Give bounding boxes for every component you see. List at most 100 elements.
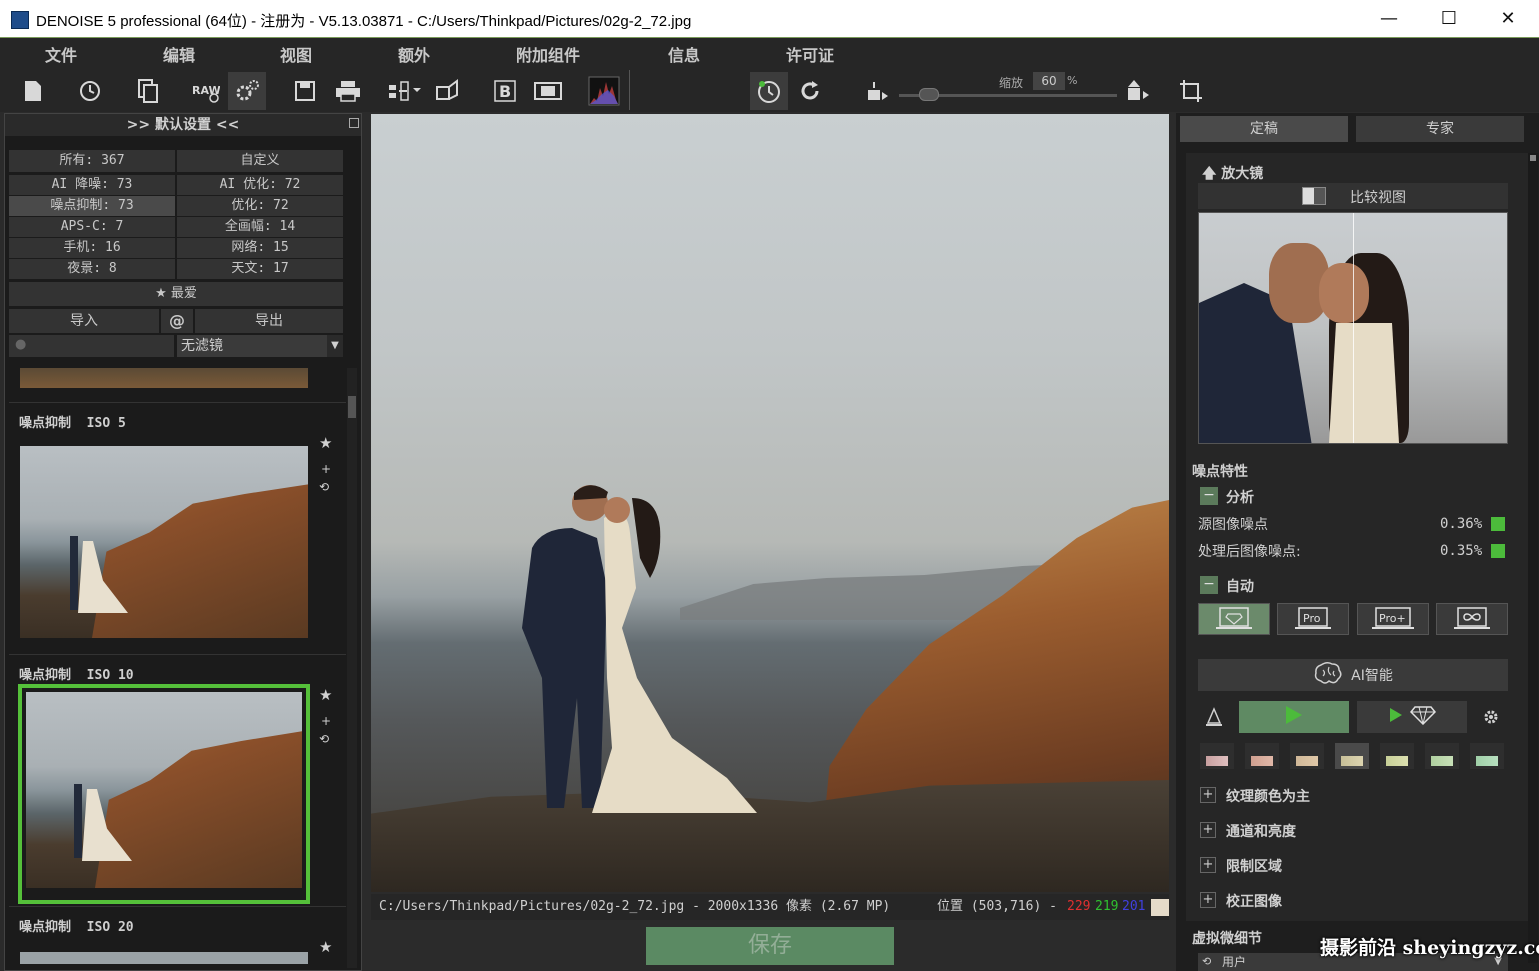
filter-night[interactable]: 夜景: 8 bbox=[9, 259, 175, 279]
run-button[interactable] bbox=[1239, 701, 1349, 733]
zoom-value[interactable]: 60 bbox=[1033, 72, 1065, 90]
magnifier-preview[interactable] bbox=[1198, 212, 1508, 444]
zoom-in-icon[interactable] bbox=[1120, 72, 1158, 110]
filter-custom[interactable]: 自定义 bbox=[177, 150, 343, 172]
analysis-header[interactable]: 分析 bbox=[1226, 487, 1254, 507]
mode-standard[interactable] bbox=[1198, 603, 1270, 635]
refresh-icon[interactable] bbox=[791, 72, 829, 110]
menu-view[interactable]: 视图 bbox=[280, 42, 312, 66]
menu-addons[interactable]: 附加组件 bbox=[516, 42, 580, 66]
filter-aps-c[interactable]: APS-C: 7 bbox=[9, 217, 175, 237]
preset-thumbnail[interactable] bbox=[20, 368, 308, 388]
palette-option[interactable] bbox=[1470, 743, 1504, 769]
menu-edit[interactable]: 编辑 bbox=[163, 42, 195, 66]
palette-option[interactable] bbox=[1290, 743, 1324, 769]
preset-panel-header[interactable]: >> 默认设置 << bbox=[5, 114, 361, 136]
preset-thumbnail[interactable] bbox=[20, 952, 308, 964]
run-diamond-button[interactable] bbox=[1357, 701, 1467, 733]
palette-option[interactable] bbox=[1245, 743, 1279, 769]
history-icon[interactable] bbox=[71, 72, 109, 110]
mode-pro-plus[interactable]: Pro+ bbox=[1357, 603, 1429, 635]
menu-license[interactable]: 许可证 bbox=[786, 42, 834, 66]
filter-ai-optimize[interactable]: AI 优化: 72 bbox=[177, 175, 343, 195]
filter-noise-suppress[interactable]: 噪点抑制: 73 bbox=[9, 196, 175, 216]
preset-thumbnail[interactable] bbox=[20, 446, 308, 638]
at-button[interactable]: @ bbox=[161, 309, 193, 333]
save-button[interactable]: 保存 bbox=[646, 927, 894, 965]
section-channels-brightness[interactable]: 通道和亮度 bbox=[1226, 821, 1296, 841]
import-button[interactable]: 导入 bbox=[9, 309, 159, 333]
section-limit-region[interactable]: 限制区域 bbox=[1226, 856, 1282, 876]
section-texture-color[interactable]: 纹理颜色为主 bbox=[1226, 786, 1310, 806]
tab-final[interactable]: 定稿 bbox=[1180, 116, 1348, 142]
menu-info[interactable]: 信息 bbox=[668, 42, 700, 66]
settings-icon[interactable] bbox=[228, 72, 266, 110]
new-file-icon[interactable] bbox=[14, 72, 52, 110]
print-icon[interactable] bbox=[329, 72, 367, 110]
refresh-small-icon[interactable]: ⟲ bbox=[319, 480, 329, 494]
rotate-crop-icon[interactable] bbox=[1172, 72, 1210, 110]
undock-icon[interactable] bbox=[349, 118, 359, 128]
b-icon[interactable]: B bbox=[486, 72, 524, 110]
refresh-small-icon[interactable]: ⟲ bbox=[319, 732, 329, 746]
filter-astro[interactable]: 天文: 17 bbox=[177, 259, 343, 279]
favorite-star-icon[interactable]: ★ bbox=[319, 938, 332, 956]
export-icon[interactable] bbox=[385, 72, 423, 110]
tab-expert[interactable]: 专家 bbox=[1356, 116, 1524, 142]
zoom-slider[interactable]: 缩放 60 % bbox=[899, 72, 1119, 102]
maximize-button[interactable]: ☐ bbox=[1426, 6, 1472, 32]
compare-split-line[interactable] bbox=[1353, 213, 1354, 443]
menu-file[interactable]: 文件 bbox=[45, 42, 77, 66]
expand-icon[interactable]: + bbox=[1200, 857, 1216, 873]
expand-icon[interactable]: + bbox=[1200, 822, 1216, 838]
preset-scrollbar-thumb[interactable] bbox=[348, 396, 356, 418]
mode-pro[interactable]: Pro bbox=[1277, 603, 1349, 635]
add-icon[interactable]: + bbox=[321, 462, 331, 476]
settings-scrollbar[interactable] bbox=[1528, 153, 1538, 963]
search-input[interactable]: ● bbox=[9, 335, 174, 357]
analysis-collapse-icon[interactable]: − bbox=[1200, 487, 1218, 505]
filter-full-frame[interactable]: 全画幅: 14 bbox=[177, 217, 343, 237]
batch-icon[interactable] bbox=[129, 72, 167, 110]
raw-icon[interactable]: RAW bbox=[186, 72, 224, 110]
palette-option[interactable] bbox=[1425, 743, 1459, 769]
auto-header[interactable]: 自动 bbox=[1226, 576, 1254, 596]
filter-ai-denoise[interactable]: AI 降噪: 73 bbox=[9, 175, 175, 195]
filter-web[interactable]: 网络: 15 bbox=[177, 238, 343, 258]
auto-collapse-icon[interactable]: − bbox=[1200, 576, 1218, 594]
filter-phone[interactable]: 手机: 16 bbox=[9, 238, 175, 258]
expand-icon[interactable]: + bbox=[1200, 787, 1216, 803]
mode-infinite[interactable] bbox=[1436, 603, 1508, 635]
preset-scrollbar[interactable] bbox=[347, 368, 357, 968]
preset-thumbnail-selected[interactable] bbox=[18, 684, 310, 904]
palette-option[interactable] bbox=[1200, 743, 1234, 769]
filter-select[interactable]: 无滤镜 ▼ bbox=[177, 335, 343, 357]
preset-list[interactable]: 噪点抑制 ISO 5 ★ + ⟲ 噪点抑制 ISO 10 ★ + ⟲ 噪点抑制 … bbox=[5, 362, 361, 971]
scroll-up-icon[interactable] bbox=[1530, 155, 1536, 161]
add-icon[interactable]: + bbox=[321, 714, 331, 728]
save-icon[interactable] bbox=[286, 72, 324, 110]
text-profile-icon[interactable] bbox=[1200, 703, 1228, 731]
ai-smart-button[interactable]: AI智能 bbox=[1198, 659, 1508, 691]
compare-icon[interactable] bbox=[429, 72, 467, 110]
gear-icon[interactable] bbox=[1479, 705, 1503, 729]
auto-preview-icon[interactable] bbox=[750, 72, 788, 110]
filter-all[interactable]: 所有: 367 bbox=[9, 150, 175, 172]
filmstrip-icon[interactable] bbox=[529, 72, 567, 110]
favorite-star-icon[interactable]: ★ bbox=[319, 434, 332, 452]
filter-optimize[interactable]: 优化: 72 bbox=[177, 196, 343, 216]
compare-view-toggle[interactable]: 比较视图 bbox=[1198, 183, 1508, 209]
zoom-slider-knob[interactable] bbox=[919, 88, 939, 101]
expand-icon[interactable]: + bbox=[1200, 892, 1216, 908]
menu-extra[interactable]: 额外 bbox=[398, 42, 430, 66]
favorite-star-icon[interactable]: ★ bbox=[319, 686, 332, 704]
palette-option[interactable] bbox=[1380, 743, 1414, 769]
close-button[interactable]: ✕ bbox=[1485, 6, 1531, 32]
zoom-out-icon[interactable] bbox=[860, 72, 898, 110]
minimize-button[interactable]: — bbox=[1366, 6, 1412, 32]
export-button[interactable]: 导出 bbox=[195, 309, 343, 333]
section-correct-image[interactable]: 校正图像 bbox=[1226, 891, 1282, 911]
favorites-button[interactable]: ★ 最爱 bbox=[9, 282, 343, 306]
histogram-icon[interactable] bbox=[585, 72, 623, 110]
palette-option-selected[interactable] bbox=[1335, 743, 1369, 769]
